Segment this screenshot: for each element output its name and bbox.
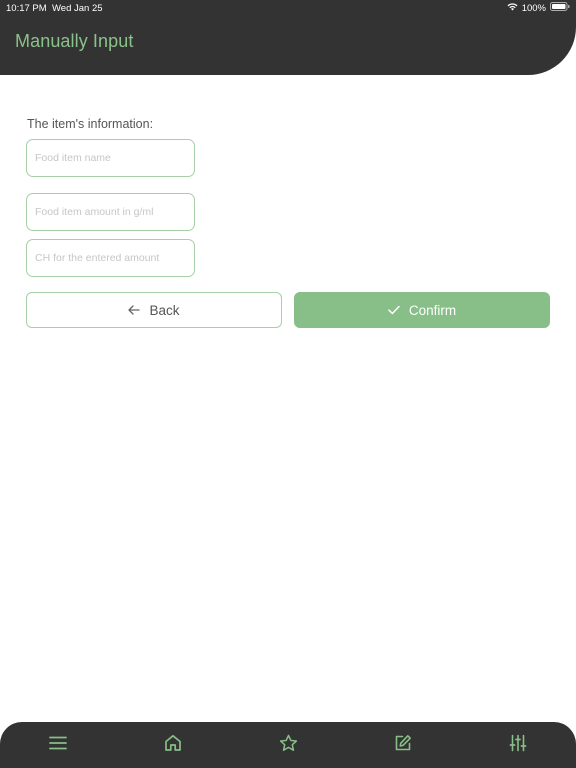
back-button-label: Back [149, 302, 180, 318]
status-indicators: 100% [507, 2, 570, 14]
food-amount-input[interactable] [27, 194, 198, 230]
bottom-nav [0, 722, 576, 768]
confirm-button-label: Confirm [408, 302, 457, 318]
nav-home-button[interactable] [162, 734, 184, 756]
carbohydrate-field[interactable] [26, 239, 198, 277]
wifi-icon [507, 2, 518, 14]
nav-menu-button[interactable] [47, 734, 69, 756]
status-date: Wed Jan 25 [52, 3, 103, 14]
star-icon [279, 734, 298, 757]
status-time: 10:17 PM [6, 3, 47, 14]
food-amount-field[interactable] [26, 193, 198, 231]
nav-settings-button[interactable] [507, 734, 529, 756]
nav-edit-button[interactable] [392, 734, 414, 756]
nav-favorites-button[interactable] [277, 734, 299, 756]
battery-percentage: 100% [521, 2, 546, 14]
carbohydrate-input[interactable] [27, 240, 198, 276]
edit-icon [394, 734, 412, 757]
page-title: Manually Input [15, 31, 134, 51]
food-name-field[interactable] [26, 139, 198, 177]
battery-icon [550, 2, 570, 14]
app-header: 10:17 PM Wed Jan 25 100% Manually Input [0, 0, 576, 75]
confirm-button[interactable]: Confirm [294, 292, 550, 328]
food-name-input[interactable] [27, 140, 198, 176]
menu-icon [49, 736, 67, 755]
check-icon [388, 305, 400, 315]
form-label: The item's information: [27, 117, 154, 131]
home-icon [164, 734, 182, 757]
status-bar: 10:17 PM Wed Jan 25 100% [0, 0, 576, 16]
back-button[interactable]: Back [26, 292, 282, 328]
arrow-left-icon [128, 305, 141, 315]
sliders-icon [509, 734, 527, 757]
